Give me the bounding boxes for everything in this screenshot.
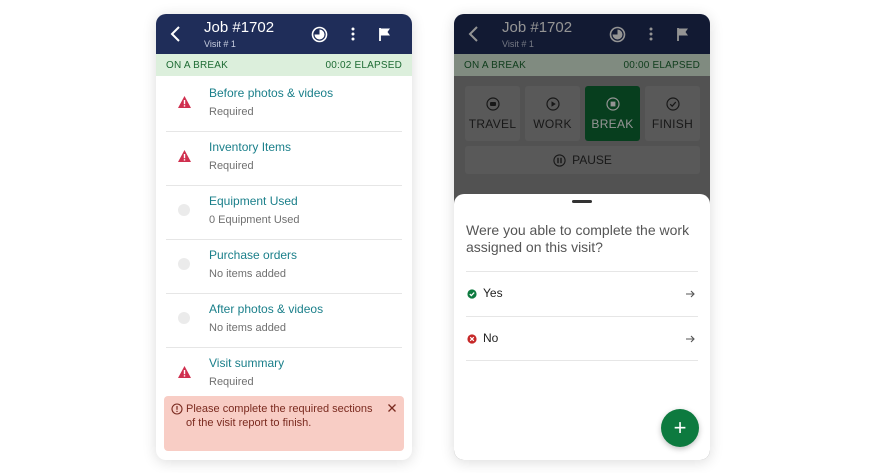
visit-report-screen: Job #1702 Visit # 1 ON A BREAK 00:02 ELA… <box>156 14 412 460</box>
list-item[interactable]: Purchase orders No items added <box>166 240 402 294</box>
status-state: ON A BREAK <box>166 59 229 71</box>
stop-icon <box>605 96 620 111</box>
list-item-subtitle: 0 Equipment Used <box>209 214 300 226</box>
list-item-title: Visit summary <box>209 356 285 370</box>
play-icon <box>545 96 560 111</box>
flag-icon <box>379 27 390 41</box>
sheet-question: Were you able to complete the work assig… <box>466 222 690 255</box>
alert-circle-icon <box>171 403 183 415</box>
elapsed-time: 00:02 ELAPSED <box>325 59 402 71</box>
back-button[interactable] <box>166 24 186 44</box>
pause-button[interactable]: PAUSE <box>465 146 700 174</box>
option-yes[interactable]: Yes <box>466 271 698 316</box>
close-icon[interactable] <box>386 402 398 414</box>
list-item-title: Purchase orders <box>209 248 298 262</box>
travel-button[interactable]: TRAVEL <box>465 86 520 141</box>
error-message: Please complete the required sections of… <box>186 403 373 429</box>
flag-button[interactable] <box>674 25 692 43</box>
finish-visit-screen: Job #1702 Visit # 1 ON A BREAK 00:00 ELA… <box>454 14 710 460</box>
list-item-subtitle: Required <box>209 106 254 118</box>
list-item-subtitle: Required <box>209 376 254 388</box>
arrow-right-icon <box>686 290 695 298</box>
bottom-sheet: Were you able to complete the work assig… <box>454 194 710 460</box>
error-banner: Please complete the required sections of… <box>164 396 404 451</box>
status-state: ON A BREAK <box>464 59 527 71</box>
list-item-title: Inventory Items <box>209 140 292 154</box>
flag-button[interactable] <box>376 25 394 43</box>
option-no[interactable]: No <box>466 316 698 361</box>
list-item-title: Before photos & videos <box>209 86 334 100</box>
pause-label: PAUSE <box>572 153 612 167</box>
warning-icon <box>176 364 192 380</box>
finish-button[interactable]: FINISH <box>645 86 700 141</box>
app-header: Job #1702 Visit # 1 <box>454 14 710 54</box>
list-item[interactable]: Inventory Items Required <box>166 132 402 186</box>
travel-icon <box>485 96 500 111</box>
arrow-right-icon <box>686 335 695 343</box>
empty-dot-icon <box>176 310 192 326</box>
more-vertical-icon <box>649 27 653 41</box>
timer-button[interactable] <box>608 25 626 43</box>
timer-icon <box>311 26 327 42</box>
job-title: Job #1702 <box>502 19 573 36</box>
work-button[interactable]: WORK <box>525 86 580 141</box>
chevron-left-icon <box>170 26 180 42</box>
elapsed-time: 00:00 ELAPSED <box>623 59 700 71</box>
empty-dot-icon <box>176 202 192 218</box>
flag-icon <box>677 27 688 41</box>
more-menu-button[interactable] <box>344 25 362 43</box>
list-item-title: Equipment Used <box>209 194 298 208</box>
warning-icon <box>176 148 192 164</box>
timer-icon <box>609 26 625 42</box>
check-icon <box>665 96 680 111</box>
empty-dot-icon <box>176 256 192 272</box>
list-item[interactable]: Before photos & videos Required <box>166 78 402 132</box>
mode-label: WORK <box>533 116 572 131</box>
warning-icon <box>176 94 192 110</box>
mode-label: TRAVEL <box>468 116 517 131</box>
add-button[interactable]: + <box>661 409 699 447</box>
visit-subtitle: Visit # 1 <box>502 39 534 49</box>
more-menu-button[interactable] <box>642 25 660 43</box>
option-label: Yes <box>483 286 503 300</box>
chevron-left-icon <box>468 26 478 42</box>
list-item-subtitle: No items added <box>209 322 287 334</box>
drag-handle[interactable] <box>572 200 592 203</box>
mode-label: FINISH <box>651 116 694 131</box>
job-title: Job #1702 <box>204 19 275 36</box>
list-item-subtitle: Required <box>209 160 254 172</box>
list-item[interactable]: After photos & videos No items added <box>166 294 402 348</box>
x-circle-icon <box>467 334 477 344</box>
status-bar: ON A BREAK 00:00 ELAPSED <box>454 54 710 76</box>
list-item-title: After photos & videos <box>209 302 324 316</box>
list-item[interactable]: Equipment Used 0 Equipment Used <box>166 186 402 240</box>
list-item[interactable]: Visit summary Required <box>166 348 402 402</box>
check-circle-icon <box>467 289 477 299</box>
break-button[interactable]: BREAK <box>585 86 640 141</box>
back-button[interactable] <box>464 24 484 44</box>
more-vertical-icon <box>351 27 355 41</box>
list-item-subtitle: No items added <box>209 268 287 280</box>
visit-subtitle: Visit # 1 <box>204 39 236 49</box>
pause-icon <box>553 153 566 167</box>
app-header: Job #1702 Visit # 1 <box>156 14 412 54</box>
option-label: No <box>483 331 499 345</box>
timer-button[interactable] <box>310 25 328 43</box>
mode-label: BREAK <box>591 116 634 131</box>
status-bar: ON A BREAK 00:02 ELAPSED <box>156 54 412 76</box>
